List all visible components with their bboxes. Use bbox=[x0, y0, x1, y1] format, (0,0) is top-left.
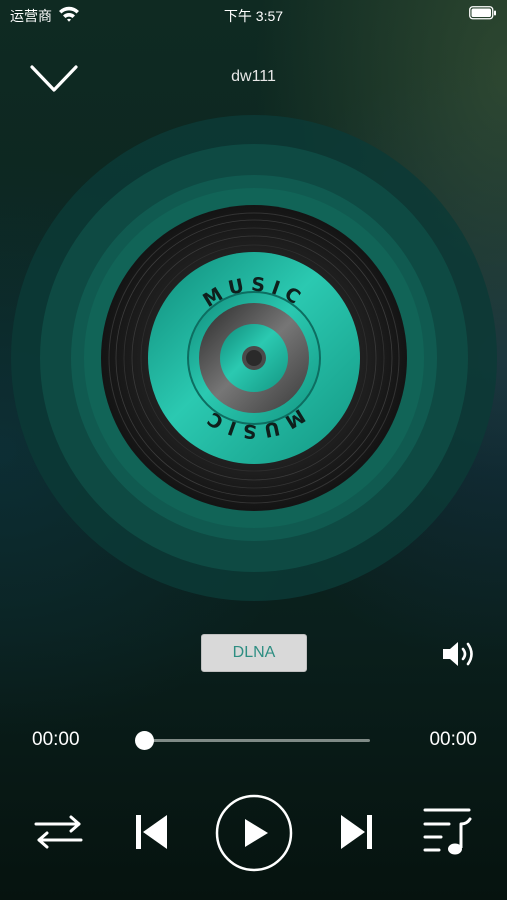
volume-icon bbox=[443, 642, 473, 666]
next-button[interactable] bbox=[338, 812, 374, 852]
dlna-button[interactable]: DLNA bbox=[201, 634, 307, 672]
playlist-button[interactable] bbox=[421, 806, 473, 858]
previous-button[interactable] bbox=[134, 812, 170, 852]
play-icon bbox=[215, 794, 293, 872]
shuffle-button[interactable] bbox=[33, 812, 85, 852]
album-disc: MUSIC MUSIC bbox=[0, 100, 507, 620]
play-button[interactable] bbox=[214, 793, 294, 873]
song-title: dw111 bbox=[231, 68, 276, 85]
progress-thumb[interactable] bbox=[135, 731, 154, 750]
status-time: 下午 3:57 bbox=[223, 8, 284, 24]
current-time: 00:00 bbox=[32, 729, 80, 750]
next-icon bbox=[341, 815, 372, 849]
progress-slider[interactable] bbox=[135, 731, 370, 750]
shuffle-icon bbox=[34, 815, 83, 849]
status-bar: 运营商 下午 3:57 bbox=[0, 0, 507, 30]
previous-icon bbox=[136, 815, 167, 849]
total-time: 00:00 bbox=[429, 729, 477, 750]
playlist-icon bbox=[423, 808, 472, 855]
volume-button[interactable] bbox=[440, 638, 478, 670]
battery-icon bbox=[469, 6, 496, 20]
